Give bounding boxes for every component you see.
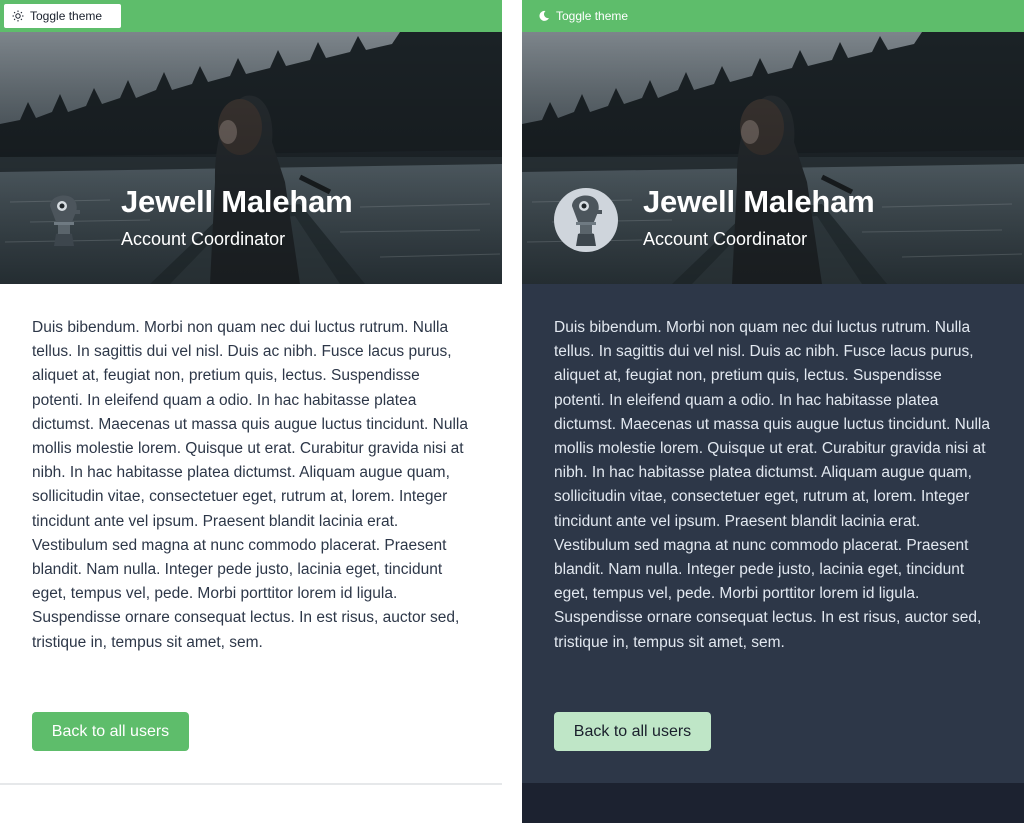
user-name: Jewell Maleham: [121, 184, 353, 219]
top-bar: Toggle theme: [522, 0, 1024, 32]
top-bar: Toggle theme: [0, 0, 502, 32]
toggle-theme-label: Toggle theme: [556, 9, 629, 23]
avatar: [554, 188, 618, 252]
footer-band: [522, 783, 1024, 823]
toggle-theme-button[interactable]: Toggle theme: [4, 4, 121, 28]
dark-theme-panel: Toggle theme Jewell Maleham Account Coor…: [522, 0, 1024, 823]
toggle-theme-button[interactable]: Toggle theme: [530, 4, 636, 28]
toggle-theme-label: Toggle theme: [30, 9, 103, 23]
light-theme-panel: Toggle theme Jewell Maleham Account Coor…: [0, 0, 502, 823]
user-name: Jewell Maleham: [643, 184, 875, 219]
footer-divider: [0, 783, 502, 785]
user-title: Account Coordinator: [643, 229, 808, 249]
profile-hero: Jewell Maleham Account Coordinator: [522, 32, 1024, 284]
user-bio: Duis bibendum. Morbi non quam nec dui lu…: [554, 319, 990, 651]
back-to-all-users-button[interactable]: Back to all users: [554, 712, 711, 751]
profile-hero: Jewell Maleham Account Coordinator: [0, 32, 502, 284]
sun-icon: [12, 10, 24, 22]
avatar: [32, 188, 96, 252]
user-title: Account Coordinator: [121, 229, 286, 249]
moon-icon: [538, 10, 550, 22]
back-to-all-users-button[interactable]: Back to all users: [32, 712, 189, 751]
user-bio: Duis bibendum. Morbi non quam nec dui lu…: [32, 319, 468, 651]
